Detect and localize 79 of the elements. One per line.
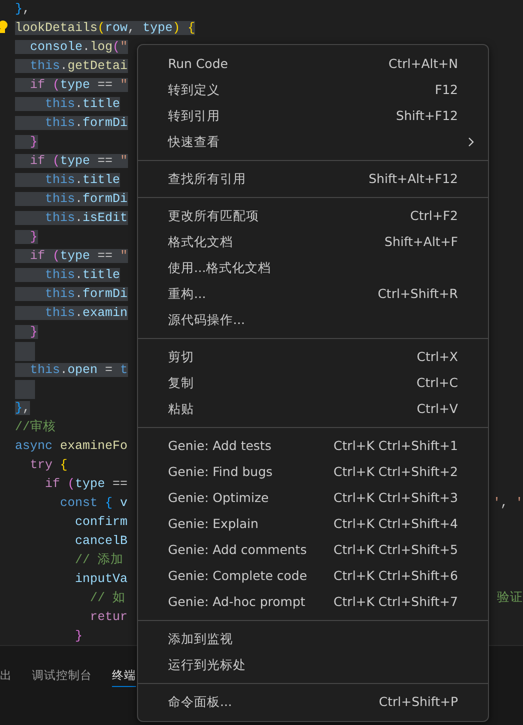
shortcut-text: Ctrl+X: [416, 348, 458, 366]
code-text: lookDetails(row, type) {: [15, 21, 196, 35]
panel-tab[interactable]: 出: [0, 663, 12, 687]
menu-item[interactable]: Genie: Explain Ctrl+K Ctrl+Shift+4: [138, 511, 488, 537]
code-text: this.formDi: [15, 116, 128, 130]
shortcut-text: Ctrl+Shift+P: [378, 692, 458, 711]
code-text: try {: [29, 458, 68, 472]
shortcut-text: Shift+Alt+F12: [368, 170, 458, 188]
menu-item[interactable]: 命令面板... Ctrl+Shift+P: [138, 689, 488, 715]
shortcut-text: Ctrl+K Ctrl+Shift+6: [334, 566, 458, 585]
code-text: this.isEdit: [15, 211, 128, 225]
menu-item[interactable]: Genie: Complete code Ctrl+K Ctrl+Shift+6: [138, 563, 488, 589]
code-text: cancelB: [74, 534, 128, 548]
shortcut-text: Ctrl+Alt+N: [388, 54, 458, 73]
code-text: if (type == ": [15, 249, 128, 263]
code-text: this.title: [15, 268, 120, 282]
code-text: 验证: [497, 590, 523, 607]
code-text: if (type ==: [44, 477, 128, 491]
menu-item[interactable]: 格式化文档 Shift+Alt+F: [138, 229, 488, 255]
shortcut-text: Ctrl+C: [416, 374, 458, 392]
code-text: }: [74, 629, 83, 643]
menu-item[interactable]: 添加到监视: [138, 626, 488, 652]
menu-item[interactable]: 转到定义 F12: [138, 77, 488, 103]
code-text: },: [15, 401, 30, 415]
code-text: confirm: [74, 515, 128, 529]
menu-item[interactable]: 使用...格式化文档: [138, 255, 488, 281]
menu-item[interactable]: 粘贴 Ctrl+V: [138, 396, 488, 422]
code-text: retur: [89, 610, 128, 624]
code-text: }: [15, 325, 38, 339]
shortcut-text: Ctrl+Shift+R: [378, 284, 458, 303]
shortcut-text: Ctrl+K Ctrl+Shift+3: [334, 488, 458, 507]
code-text: ', ': [492, 495, 523, 512]
code-text: this.examin: [15, 306, 128, 320]
lightbulb-icon[interactable]: [0, 20, 8, 34]
panel-tab[interactable]: 调试控制台: [32, 663, 92, 687]
menu-item[interactable]: Genie: Find bugs Ctrl+K Ctrl+Shift+2: [138, 459, 488, 485]
code-text: this.formDi: [15, 192, 128, 206]
shortcut-text: Ctrl+K Ctrl+Shift+2: [334, 462, 458, 481]
shortcut-text: Ctrl+K Ctrl+Shift+4: [334, 514, 458, 533]
shortcut-text: Shift+Alt+F: [384, 232, 458, 251]
code-text: const { v: [59, 496, 128, 510]
code-text: this.title: [15, 97, 120, 111]
shortcut-text: Shift+F12: [396, 106, 458, 125]
code-text: this.formDi: [15, 287, 128, 301]
menu-item[interactable]: 转到引用 Shift+F12: [138, 103, 488, 129]
code-text: // 添加: [74, 553, 124, 567]
shortcut-text: Ctrl+V: [416, 400, 458, 418]
panel-tab[interactable]: 终端: [112, 663, 136, 687]
code-text: if (type == ": [15, 78, 128, 92]
code-text: //审核: [15, 420, 56, 434]
code-text: this.open = t: [15, 363, 128, 377]
menu-item[interactable]: 更改所有匹配项 Ctrl+F2: [138, 203, 488, 229]
shortcut-text: Ctrl+K Ctrl+Shift+7: [334, 592, 458, 611]
shortcut-text: Ctrl+F2: [410, 206, 458, 225]
menu-item[interactable]: 查找所有引用 Shift+Alt+F12: [138, 166, 488, 192]
menu-item[interactable]: 快速查看: [138, 129, 488, 155]
code-text: this.title: [15, 173, 120, 187]
menu-item[interactable]: 重构... Ctrl+Shift+R: [138, 281, 488, 307]
shortcut-text: Ctrl+K Ctrl+Shift+5: [334, 540, 458, 559]
menu-item[interactable]: 剪切 Ctrl+X: [138, 344, 488, 370]
code-text: this.getDetai: [15, 59, 128, 73]
code-text: async examineFo: [15, 439, 128, 453]
shortcut-text: F12: [434, 80, 458, 99]
code-text: }: [15, 230, 38, 244]
menu-item[interactable]: 源代码操作...: [138, 307, 488, 333]
menu-item[interactable]: Genie: Optimize Ctrl+K Ctrl+Shift+3: [138, 485, 488, 511]
code-text: }: [15, 135, 38, 149]
menu-item[interactable]: Run Code Ctrl+Alt+N: [138, 51, 488, 77]
code-text: },: [15, 2, 30, 16]
menu-item[interactable]: Genie: Ad-hoc prompt Ctrl+K Ctrl+Shift+7: [138, 589, 488, 615]
code-text: // 如: [89, 591, 126, 605]
menu-item[interactable]: Genie: Add comments Ctrl+K Ctrl+Shift+5: [138, 537, 488, 563]
code-text: if (type == ": [15, 154, 128, 168]
code-text: console.log(": [15, 40, 128, 54]
menu-item[interactable]: Genie: Add tests Ctrl+K Ctrl+Shift+1: [138, 433, 488, 459]
menu-item[interactable]: 运行到光标处: [138, 652, 488, 678]
shortcut-text: Ctrl+K Ctrl+Shift+1: [334, 436, 458, 455]
code-text: inputVa: [74, 572, 128, 586]
menu-item[interactable]: 复制 Ctrl+C: [138, 370, 488, 396]
